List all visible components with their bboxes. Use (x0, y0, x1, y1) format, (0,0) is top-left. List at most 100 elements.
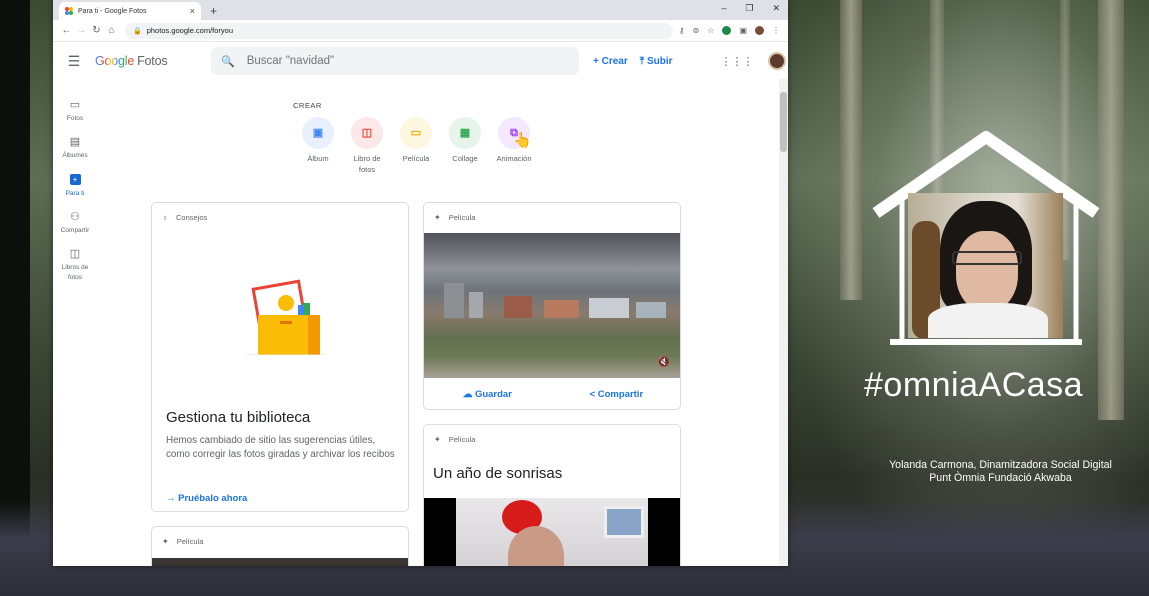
logo-google: Google (95, 54, 135, 68)
create-collage-button[interactable]: ▦ Collage (449, 117, 481, 175)
save-label: Guardar (474, 388, 512, 400)
credit-text: Yolanda Carmona, Dinamitzadora Social Di… (868, 459, 1133, 485)
album-icon: ▣ (302, 117, 334, 149)
restore-button[interactable]: ❐ (745, 3, 753, 14)
create-item-label: Collage (452, 154, 478, 163)
hamburger-menu-icon[interactable]: ☰ (53, 53, 95, 70)
sidebar-item-albumes[interactable]: ▤ Álbumes (53, 137, 97, 161)
share-label: Compartir (597, 388, 644, 400)
star-icon[interactable]: ☆ (707, 26, 714, 35)
sidebar-item-compartir[interactable]: ⚇ Compartir (53, 212, 97, 236)
search-icon: 🔍 (221, 55, 235, 68)
cast-icon[interactable]: ⊚ (693, 26, 700, 35)
upload-button[interactable]: ⤒ Subir (640, 56, 673, 67)
search-placeholder: Buscar "navidad" (246, 55, 335, 67)
building (636, 302, 666, 318)
sidebar-item-para-ti[interactable]: + Para ti (53, 174, 97, 199)
hand-cursor-icon: 👆 (513, 132, 532, 149)
tab-close-icon[interactable]: × (190, 6, 195, 16)
movie-card: ✦ Película (151, 526, 409, 566)
sidebar-item-libros[interactable]: ◫ Libros de fotos (53, 249, 97, 283)
tab-bar: Para ti - Google Fotos × + – ❐ ✕ (53, 0, 788, 20)
photo-frame (456, 498, 648, 566)
card-title: Un año de sonrisas (433, 465, 563, 482)
create-item-label: Animación (496, 154, 532, 163)
photos-header: ☰ Google Fotos 🔍 Buscar "navidad" + Crear… (53, 43, 788, 79)
sidebar-item-label: Fotos (66, 115, 84, 122)
url-bar[interactable]: 🔒 photos.google.com/foryou (125, 22, 673, 39)
google-photos-logo[interactable]: Google Fotos (95, 54, 211, 68)
new-tab-button[interactable]: + (210, 4, 217, 18)
scrollbar[interactable] (779, 79, 788, 566)
window-controls: – ❐ ✕ (721, 3, 780, 14)
forward-icon[interactable]: → (74, 25, 89, 36)
sparkle-icon: ✦ (434, 434, 441, 444)
create-section: CREAR ▣ Álbum ◫ Libro de fotos ▭ Películ… (293, 101, 532, 175)
shield-extension-icon[interactable] (722, 26, 732, 35)
reload-icon[interactable]: ↻ (89, 25, 104, 36)
card-header-label: Película (176, 536, 204, 546)
card-description: Hemos cambiado de sitio las sugerencias … (166, 435, 395, 460)
save-button[interactable]: ☁ Guardar (463, 389, 512, 400)
create-movie-button[interactable]: ▭ Película (400, 117, 432, 175)
share-button[interactable]: < Compartir (590, 389, 644, 400)
glasses (952, 251, 1022, 265)
browser-tab[interactable]: Para ti - Google Fotos × (59, 2, 201, 20)
create-album-button[interactable]: ▣ Álbum (302, 117, 334, 175)
building (544, 300, 579, 318)
mute-icon[interactable]: 🔇 (658, 357, 670, 368)
person-shirt (928, 303, 1048, 338)
logo-product: Fotos (137, 54, 168, 68)
avatar[interactable] (767, 52, 786, 70)
sidebar: ▭ Fotos ▤ Álbumes + Para ti ⚇ Compartir … (53, 100, 97, 296)
city-photo[interactable]: 🔇 (424, 233, 680, 378)
card-header: ✦ Película (152, 527, 408, 555)
create-item-label: Álbum (307, 154, 329, 163)
for-you-icon: + (69, 174, 81, 185)
lock-icon: 🔒 (133, 27, 142, 35)
key-icon[interactable]: ⚷ (679, 26, 685, 35)
menu-kebab-icon[interactable]: ⋮ (772, 26, 780, 35)
albums-icon: ▤ (69, 136, 81, 148)
card-header: ♁ Consejos (152, 203, 408, 231)
folder-illustration (246, 279, 326, 355)
card-header: ✦ Película (424, 203, 680, 231)
minimize-button[interactable]: – (721, 3, 726, 14)
credit-line-2: Punt Òmnia Fundació Akwaba (929, 472, 1072, 484)
card-actions: ☁ Guardar < Compartir (424, 379, 680, 409)
picture-on-wall (604, 506, 644, 538)
profile-icon[interactable] (755, 26, 764, 35)
extension-icon[interactable]: ▣ (739, 26, 747, 35)
sidebar-item-fotos[interactable]: ▭ Fotos (53, 100, 97, 124)
movie-card: ✦ Película 🔇 ☁ Guardar < Compartir (423, 202, 681, 410)
apps-grid-icon[interactable]: ⋮⋮⋮ (721, 55, 754, 68)
tips-card: ♁ Consejos Gestiona tu biblioteca Hemos … (151, 202, 409, 512)
sidebar-item-label: Compartir (60, 227, 90, 234)
lightbulb-icon: ♁ (162, 212, 168, 222)
sidebar-item-label: Para ti (65, 190, 85, 197)
try-it-link[interactable]: → Pruébalo ahora (166, 493, 247, 504)
person-face (956, 231, 1018, 311)
card-header-label: Película (448, 212, 476, 222)
back-icon[interactable]: ← (59, 25, 74, 36)
movie-thumbnail[interactable] (152, 558, 408, 566)
scrollbar-thumb[interactable] (780, 92, 787, 152)
address-toolbar: ← → ↻ ⌂ 🔒 photos.google.com/foryou ⚷ ⊚ ☆… (53, 20, 788, 42)
extensions-area: ⚷ ⊚ ☆ ▣ ⋮ (679, 26, 782, 35)
sparkle-icon: ✦ (162, 536, 169, 546)
movie-card: ✦ Película Un año de sonrisas (423, 424, 681, 566)
card-header-label: Película (448, 434, 476, 444)
movie-thumbnail[interactable] (424, 498, 680, 566)
create-photobook-button[interactable]: ◫ Libro de fotos (351, 117, 383, 175)
card-title: Gestiona tu biblioteca (166, 409, 311, 426)
create-animation-button[interactable]: ⧉ Animación 👆 (496, 117, 532, 175)
search-input[interactable]: 🔍 Buscar "navidad" (211, 47, 579, 75)
close-window-button[interactable]: ✕ (772, 3, 780, 14)
card-header: ✦ Película (424, 425, 680, 453)
create-item-label: Película (402, 154, 430, 163)
webcam-feed (908, 193, 1063, 338)
create-button[interactable]: + Crear (593, 56, 628, 67)
home-icon[interactable]: ⌂ (104, 25, 119, 36)
card-header-label: Consejos (176, 212, 208, 222)
hashtag-title: #omniaACasa (864, 366, 1084, 404)
